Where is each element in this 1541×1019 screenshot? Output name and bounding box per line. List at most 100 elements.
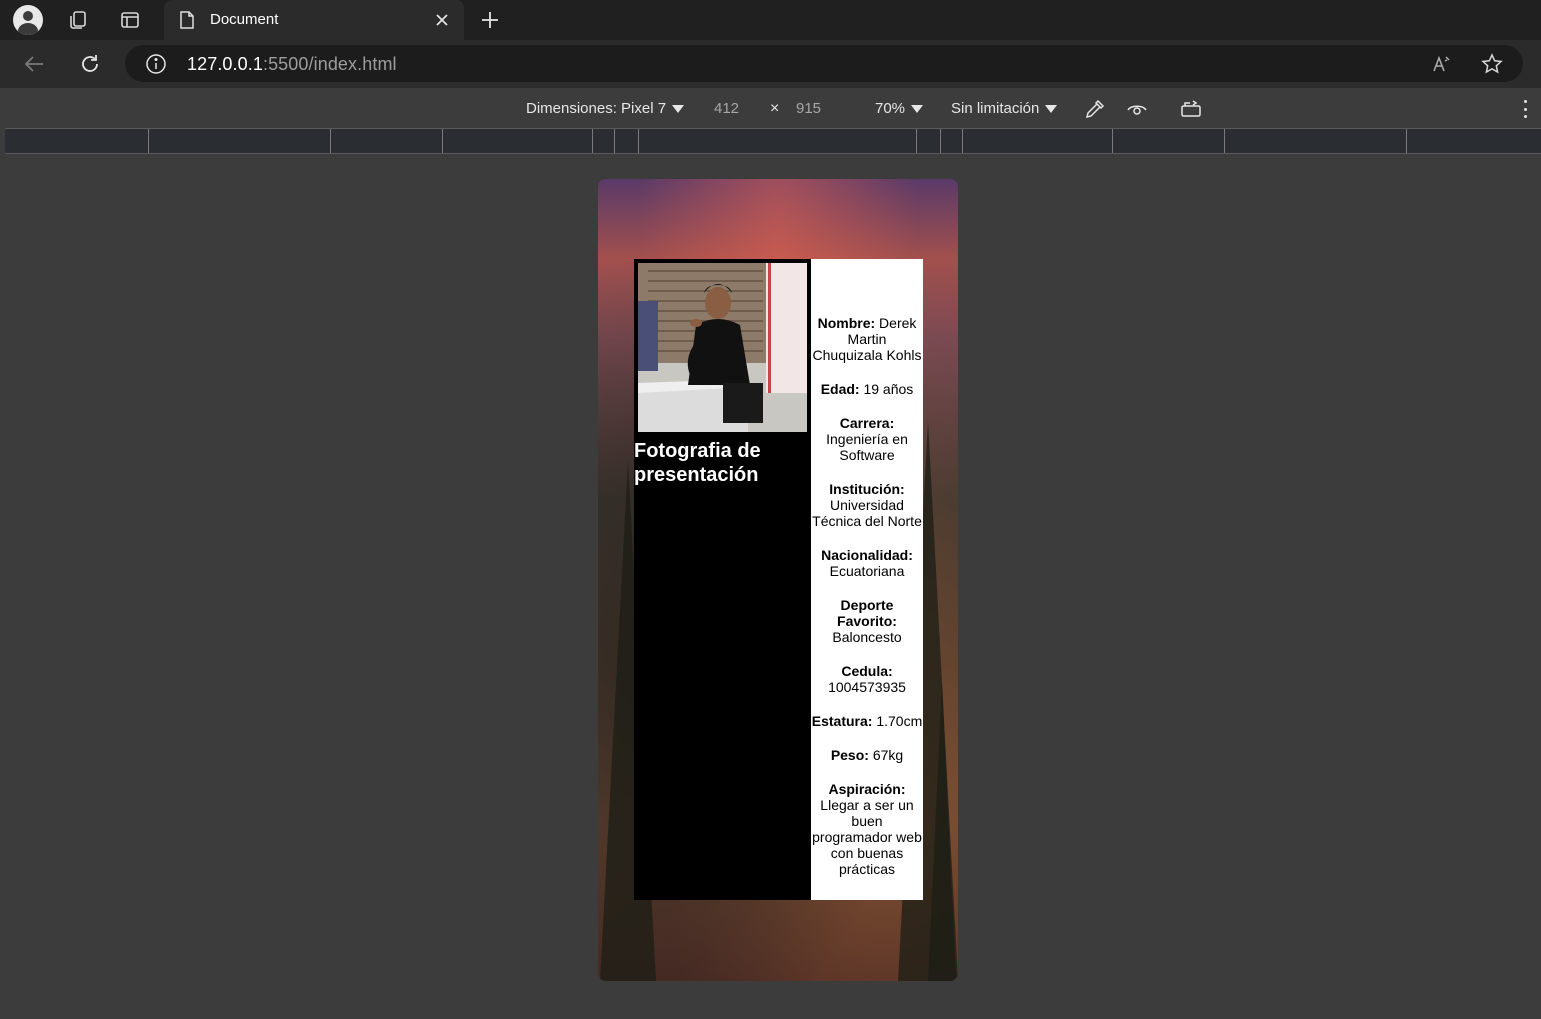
url-host: 127.0.0.1 <box>187 54 263 74</box>
device-dimensions-label: Dimensiones: Pixel 7 <box>526 100 667 117</box>
field-label: Deporte Favorito: <box>837 597 897 629</box>
rotate-icon <box>1181 100 1201 117</box>
profile-button[interactable] <box>12 4 44 36</box>
field-label: Cedula: <box>841 663 893 679</box>
new-tab-button[interactable] <box>474 4 506 36</box>
field-label: Carrera: <box>839 415 895 431</box>
field-value: 1004573935 <box>828 679 906 695</box>
tab-actions-button[interactable] <box>114 4 146 36</box>
more-options-button[interactable] <box>1519 98 1531 120</box>
dot-icon <box>1523 100 1527 103</box>
media-query-segment[interactable] <box>592 129 593 153</box>
info-field-nombre: Nombre: Derek Martin Chuquizala Kohls <box>811 315 923 363</box>
tab-title: Document <box>210 11 279 28</box>
field-value: 1.70cm <box>876 713 923 729</box>
vision-deficiency-button[interactable] <box>1124 96 1150 122</box>
field-label: Peso: <box>830 747 869 763</box>
workspaces-icon <box>70 11 86 29</box>
media-query-segment[interactable] <box>916 129 917 153</box>
color-picker-button[interactable] <box>1082 96 1108 122</box>
tab-actions-icon <box>121 12 139 28</box>
media-query-segment[interactable] <box>962 129 963 153</box>
zoom-dropdown[interactable]: 70% <box>875 100 924 117</box>
times-icon: × <box>770 100 780 117</box>
media-query-segment[interactable] <box>940 129 941 153</box>
reload-icon <box>82 55 98 72</box>
dot-icon <box>1523 107 1527 111</box>
media-query-segment[interactable] <box>638 129 639 153</box>
device-viewport: Fotografia de presentación Nombre: Derek… <box>598 179 958 981</box>
media-query-segment[interactable] <box>330 129 331 153</box>
field-label: Nombre: <box>817 315 876 331</box>
info-field-estatura: Estatura: 1.70cm <box>811 713 923 729</box>
eyedropper-icon <box>1085 99 1105 119</box>
info-field-carrera: Carrera: Ingeniería en Software <box>811 415 923 463</box>
field-label: Institución: <box>829 481 905 497</box>
arrow-left-icon <box>24 56 43 72</box>
throttling-dropdown[interactable]: Sin limitación <box>951 100 1058 117</box>
media-query-bar <box>5 128 1541 154</box>
url-text: 127.0.0.1:5500/index.html <box>187 54 397 75</box>
tab-strip: Document <box>0 0 1541 40</box>
field-label: Nacionalidad: <box>821 547 913 563</box>
chevron-down-icon <box>1045 104 1058 113</box>
field-value: 19 años <box>863 381 914 397</box>
device-toolbar: Dimensiones: Pixel 7 412 × 915 70% Sin l… <box>0 88 1541 128</box>
info-field-peso: Peso: 67kg <box>811 747 923 763</box>
close-icon <box>436 14 448 26</box>
star-icon <box>1481 53 1503 74</box>
browser-toolbar: 127.0.0.1:5500/index.html <box>0 40 1541 88</box>
media-query-segment[interactable] <box>614 129 615 153</box>
info-icon[interactable] <box>145 53 167 75</box>
device-dimensions-dropdown[interactable]: Dimensiones: Pixel 7 <box>526 100 685 117</box>
media-query-segment[interactable] <box>1224 129 1225 153</box>
profile-avatar-icon <box>13 5 43 35</box>
tab-document[interactable]: Document <box>164 0 464 40</box>
field-value: Baloncesto <box>832 629 902 645</box>
photo-caption: Fotografia de presentación <box>634 440 761 486</box>
info-field-aspiracion: Aspiración: Llegar a ser un buen program… <box>811 781 923 877</box>
eye-icon <box>1127 105 1147 115</box>
field-label: Aspiración: <box>828 781 906 797</box>
info-field-edad: Edad: 19 años <box>811 381 923 397</box>
url-path: :5500/index.html <box>262 54 397 74</box>
info-field-deporte: Deporte Favorito: Baloncesto <box>811 597 923 645</box>
document-icon <box>180 11 194 29</box>
field-value: Universidad Técnica del Norte <box>812 497 922 529</box>
address-bar[interactable]: 127.0.0.1:5500/index.html <box>125 45 1523 82</box>
tab-close-button[interactable] <box>426 4 458 36</box>
plus-icon <box>482 12 498 28</box>
info-field-nacionalidad: Nacionalidad: Ecuatoriana <box>811 547 923 579</box>
media-query-segment[interactable] <box>1112 129 1113 153</box>
media-query-segment[interactable] <box>148 129 149 153</box>
profile-card: Fotografia de presentación Nombre: Derek… <box>634 259 923 900</box>
viewport-width-input[interactable]: 412 <box>714 100 739 117</box>
viewport-height-input[interactable]: 915 <box>796 100 821 117</box>
workspaces-button[interactable] <box>62 4 94 36</box>
read-aloud-icon <box>1433 55 1450 72</box>
field-value: Ecuatoriana <box>829 563 905 579</box>
throttling-label: Sin limitación <box>951 100 1040 117</box>
dot-icon <box>1523 115 1527 118</box>
chevron-down-icon <box>672 104 685 113</box>
rotate-device-button[interactable] <box>1178 96 1204 122</box>
info-field-cedula: Cedula: 1004573935 <box>811 663 923 695</box>
info-field-institucion: Institución: Universidad Técnica del Nor… <box>811 481 923 529</box>
info-column: Nombre: Derek Martin Chuquizala Kohls Ed… <box>811 259 923 900</box>
media-query-segment[interactable] <box>1406 129 1407 153</box>
zoom-label: 70% <box>875 100 906 117</box>
profile-photo <box>638 263 807 432</box>
field-label: Edad: <box>820 381 860 397</box>
photo-column: Fotografia de presentación <box>634 259 811 900</box>
field-value: 67kg <box>872 747 904 763</box>
reload-button[interactable] <box>74 48 106 80</box>
chevron-down-icon <box>911 104 924 113</box>
field-value: Ingeniería en Software <box>826 431 908 463</box>
media-query-segment[interactable] <box>442 129 443 153</box>
read-aloud-button[interactable] <box>1427 49 1457 79</box>
favorite-button[interactable] <box>1477 49 1507 79</box>
background-tree <box>928 681 956 981</box>
field-label: Estatura: <box>811 713 873 729</box>
field-value: Llegar a ser un buen programador web con… <box>812 797 922 877</box>
back-button[interactable] <box>18 48 50 80</box>
